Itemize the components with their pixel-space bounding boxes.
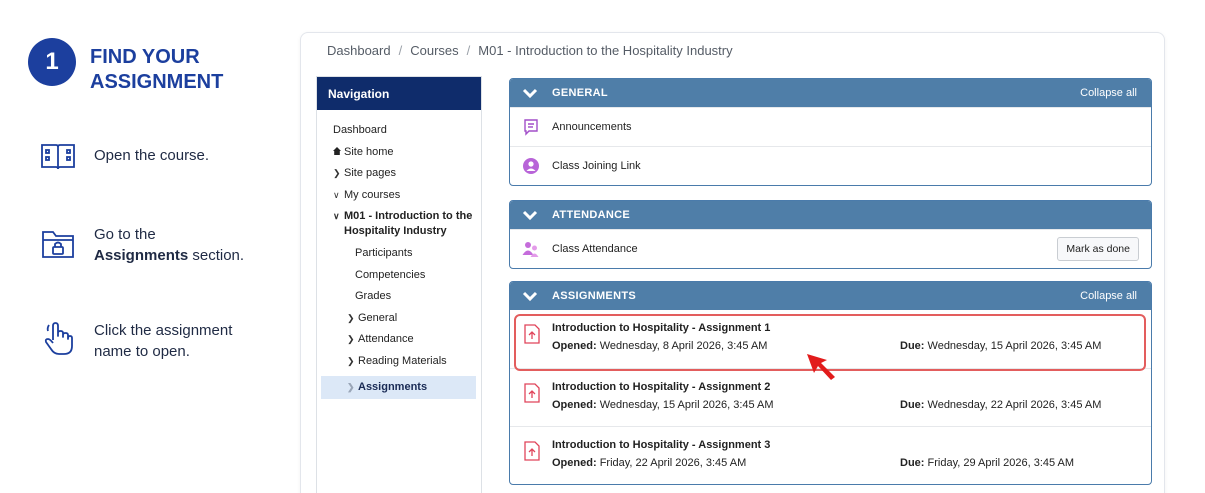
activity-name[interactable]: Class Joining Link xyxy=(552,160,1139,172)
forum-icon xyxy=(524,119,538,136)
section-title: GENERAL xyxy=(552,87,608,99)
assignment-item[interactable]: Introduction to Hospitality - Assignment… xyxy=(510,426,1151,484)
assignment-upload-icon xyxy=(524,324,540,344)
home-icon xyxy=(333,145,344,160)
chevron-right-icon: ❯ xyxy=(347,312,355,323)
nav-item-grades[interactable]: Grades xyxy=(317,289,481,304)
section-title: ATTENDANCE xyxy=(552,209,630,221)
section-title: ASSIGNMENTS xyxy=(552,290,636,302)
assignment-name-link[interactable]: Introduction to Hospitality - Assignment… xyxy=(552,439,1139,451)
nav-item-participants[interactable]: Participants xyxy=(317,246,481,261)
activity-name[interactable]: Announcements xyxy=(552,121,1139,133)
navigation-block: Navigation Dashboard Site home ❯ Site pag… xyxy=(316,76,482,493)
section-assignments: ASSIGNMENTS Collapse all Introduction to… xyxy=(509,281,1152,485)
mark-as-done-button[interactable]: Mark as done xyxy=(1057,237,1139,261)
assignment-name-link[interactable]: Introduction to Hospitality - Assignment… xyxy=(552,381,1139,393)
assignment-name-link[interactable]: Introduction to Hospitality - Assignment… xyxy=(552,322,1139,334)
activity-class-joining-link[interactable]: Class Joining Link xyxy=(510,146,1151,185)
chevron-down-icon: ∨ xyxy=(333,189,340,200)
instruction-go-to-assignments: Go to the Assignments section. xyxy=(38,224,264,266)
pointer-arrow-icon xyxy=(807,354,835,380)
assignment-opened: Opened: Wednesday, 8 April 2026, 3:45 AM xyxy=(552,340,768,352)
nav-item-my-courses[interactable]: ∨ My courses xyxy=(317,188,481,203)
assignment-opened: Opened: Wednesday, 15 April 2026, 3:45 A… xyxy=(552,399,774,411)
chevron-right-icon: ❯ xyxy=(333,168,341,179)
instruction-text: Click the assignment name to open. xyxy=(94,322,233,360)
chevron-down-icon xyxy=(522,88,538,99)
section-assignments-header[interactable]: ASSIGNMENTS Collapse all xyxy=(510,282,1151,310)
nav-item-dashboard[interactable]: Dashboard xyxy=(317,123,481,138)
open-book-icon xyxy=(41,144,75,170)
nav-item-current-course[interactable]: ∨ M01 - Introduction to the Hospitality I… xyxy=(317,209,481,239)
breadcrumb-dashboard[interactable]: Dashboard xyxy=(327,43,391,58)
chevron-right-icon: ❯ xyxy=(347,355,355,366)
nav-item-site-home[interactable]: Site home xyxy=(317,145,481,160)
collapse-all-link[interactable]: Collapse all xyxy=(1080,87,1137,99)
video-call-icon xyxy=(523,158,539,174)
step-number-badge: 1 xyxy=(28,38,76,86)
assignment-due: Due: Wednesday, 15 April 2026, 3:45 AM xyxy=(900,340,1102,352)
nav-item-site-pages[interactable]: ❯ Site pages xyxy=(317,166,481,181)
assignment-upload-icon xyxy=(524,441,540,461)
section-attendance: ATTENDANCE Class Attendance Mark as done xyxy=(509,200,1152,269)
activity-class-attendance[interactable]: Class Attendance Mark as done xyxy=(510,229,1151,268)
instruction-text: Go to the Assignments section. xyxy=(94,226,245,264)
activity-announcements[interactable]: Announcements xyxy=(510,107,1151,146)
nav-item-assignments[interactable]: ❯ Assignments xyxy=(321,375,476,399)
section-attendance-header[interactable]: ATTENDANCE xyxy=(510,201,1151,229)
collapse-all-link[interactable]: Collapse all xyxy=(1080,290,1137,302)
instruction-open-course: Open the course. xyxy=(38,136,264,176)
attendance-people-icon xyxy=(522,242,539,257)
pointer-hand-icon xyxy=(44,322,73,355)
breadcrumb-courses[interactable]: Courses xyxy=(410,43,458,58)
step-title: FIND YOUR ASSIGNMENT xyxy=(90,46,224,93)
navigation-title: Navigation xyxy=(317,77,481,110)
assignment-upload-icon xyxy=(524,383,540,403)
nav-item-reading-materials[interactable]: ❯ Reading Materials xyxy=(317,354,481,369)
chevron-right-icon: ❯ xyxy=(347,334,355,345)
nav-item-competencies[interactable]: Competencies xyxy=(317,268,481,283)
assignment-due: Due: Friday, 29 April 2026, 3:45 AM xyxy=(900,457,1075,469)
breadcrumb: Dashboard / Courses / M01 - Introduction… xyxy=(327,43,733,58)
navigation-list: Dashboard Site home ❯ Site pages ∨ My cour… xyxy=(317,110,481,399)
assignment-opened: Opened: Friday, 22 April 2026, 3:45 AM xyxy=(552,457,747,469)
nav-item-attendance[interactable]: ❯ Attendance xyxy=(317,332,481,347)
breadcrumb-course[interactable]: M01 - Introduction to the Hospitality In… xyxy=(478,43,732,58)
chevron-down-icon: ∨ xyxy=(333,211,340,222)
chevron-right-icon: ❯ xyxy=(347,381,355,392)
folder-lock-icon xyxy=(42,231,74,258)
breadcrumb-separator: / xyxy=(398,43,403,58)
section-general: GENERAL Collapse all Announcements Class… xyxy=(509,78,1152,186)
chevron-down-icon xyxy=(522,210,538,221)
instruction-click-assignment: Click the assignment name to open. xyxy=(38,318,264,362)
breadcrumb-separator: / xyxy=(466,43,471,58)
section-general-header[interactable]: GENERAL Collapse all xyxy=(510,79,1151,107)
chevron-down-icon xyxy=(522,291,538,302)
nav-item-general[interactable]: ❯ General xyxy=(317,311,481,326)
assignment-due: Due: Wednesday, 22 April 2026, 3:45 AM xyxy=(900,399,1102,411)
instruction-text: Open the course. xyxy=(94,147,210,164)
activity-name[interactable]: Class Attendance xyxy=(552,243,1057,255)
